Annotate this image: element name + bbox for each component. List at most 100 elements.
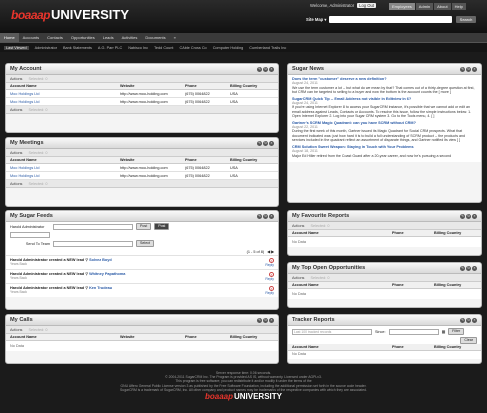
calendar-icon[interactable]: ▦ — [442, 329, 446, 334]
since-input[interactable] — [388, 328, 439, 335]
refresh-icon[interactable]: ↻ — [263, 140, 268, 146]
last-viewed-item[interactable]: Administrator — [35, 46, 57, 50]
col-header[interactable]: Account Name — [10, 158, 120, 162]
col-header[interactable]: Billing Country — [434, 345, 477, 349]
col-header[interactable]: Phone — [185, 335, 230, 339]
col-header[interactable]: Phone — [392, 231, 434, 235]
feed-type-select[interactable] — [10, 232, 50, 238]
clear-button[interactable]: Clear — [460, 337, 477, 344]
close-icon[interactable]: × — [269, 213, 274, 219]
account-link[interactable]: Moo Holdings Ltd — [10, 100, 120, 104]
tab-contacts[interactable]: Contacts — [43, 33, 67, 42]
reply-link[interactable]: Reply — [265, 277, 274, 281]
col-header[interactable]: Billing Country — [434, 231, 477, 235]
account-link[interactable]: Moo Holdings Ltd — [10, 174, 120, 178]
actions-menu[interactable]: Actions — [292, 224, 304, 228]
feed-target-link[interactable]: Solvez Boyd — [89, 258, 112, 262]
top-link-help[interactable]: Help — [451, 3, 466, 10]
tab-activities[interactable]: Activities — [118, 33, 142, 42]
send-to-input[interactable] — [53, 240, 133, 247]
last-viewed-item[interactable]: Tedd Count — [154, 46, 173, 50]
account-link[interactable]: Moo Holdings Ltd — [10, 92, 120, 96]
top-link-employees[interactable]: Employees — [389, 3, 415, 10]
refresh-icon[interactable]: ↻ — [263, 213, 268, 219]
select-button[interactable]: Select — [136, 240, 154, 247]
col-header[interactable]: Website — [120, 335, 185, 339]
sitemap-link[interactable]: Site Map ▾ — [306, 17, 326, 22]
edit-icon[interactable]: ✎ — [460, 213, 465, 219]
edit-icon[interactable]: ✎ — [257, 140, 262, 146]
close-icon[interactable]: × — [269, 317, 274, 323]
tab-more[interactable]: » — [170, 33, 180, 42]
col-header[interactable]: Account Name — [10, 84, 120, 88]
tab-accounts[interactable]: Accounts — [19, 33, 43, 42]
country-cell: USA — [230, 165, 238, 170]
last-viewed-item[interactable]: Bank Statements — [63, 46, 92, 50]
actions-menu[interactable]: Actions — [10, 151, 22, 155]
col-header[interactable]: Account Name — [292, 283, 392, 287]
actions-menu[interactable]: Actions — [10, 77, 22, 81]
col-header[interactable]: Billing Country — [230, 84, 274, 88]
last-viewed-item[interactable]: Computer Holding — [213, 46, 244, 50]
close-icon[interactable]: × — [472, 213, 477, 219]
refresh-icon[interactable]: ↻ — [466, 66, 471, 72]
post-button[interactable]: Post — [154, 223, 170, 230]
pager-icon[interactable]: ◀ ▶ — [267, 249, 274, 254]
search-input[interactable] — [329, 16, 452, 23]
account-link[interactable]: Moo Holdings Ltd — [10, 166, 120, 170]
tab-home[interactable]: Home — [0, 33, 19, 42]
post-button[interactable]: Post — [136, 223, 152, 230]
col-header[interactable]: Website — [120, 84, 185, 88]
close-icon[interactable]: × — [472, 66, 477, 72]
edit-icon[interactable]: ✎ — [460, 66, 465, 72]
last-viewed-item[interactable]: Nabisco Inc — [128, 46, 148, 50]
col-header[interactable]: Phone — [392, 345, 434, 349]
col-header[interactable]: Website — [120, 158, 185, 162]
col-header[interactable]: Phone — [185, 158, 230, 162]
last-viewed-item[interactable]: A.G. Parr PLC — [98, 46, 122, 50]
col-header[interactable]: Billing Country — [230, 335, 274, 339]
tab-documents[interactable]: Documents — [141, 33, 169, 42]
col-header[interactable]: Billing Country — [434, 283, 477, 287]
col-header[interactable]: Phone — [392, 283, 434, 287]
feed-target-link[interactable]: Whitney Papathoma — [89, 272, 125, 276]
col-header[interactable]: Account Name — [292, 231, 392, 235]
top-link-about[interactable]: About — [434, 3, 451, 10]
col-header[interactable]: Account Name — [292, 345, 392, 349]
top-link-admin[interactable]: Admin — [415, 3, 434, 10]
actions-menu[interactable]: Actions — [10, 328, 22, 332]
search-button[interactable]: Search — [456, 16, 476, 23]
reply-link[interactable]: Reply — [265, 263, 274, 267]
close-icon[interactable]: × — [269, 66, 274, 72]
tab-opportunities[interactable]: Opportunities — [67, 33, 99, 42]
last-viewed-item[interactable]: CAble Cross Co — [179, 46, 206, 50]
close-icon[interactable]: × — [472, 265, 477, 271]
edit-icon[interactable]: ✎ — [460, 265, 465, 271]
last-viewed-item[interactable]: Cumberland Trails Inc — [249, 46, 286, 50]
reply-link[interactable]: Reply — [265, 291, 274, 295]
logout-link[interactable]: Log Out — [357, 3, 377, 8]
edit-icon[interactable]: ✎ — [257, 213, 262, 219]
brand-logo[interactable]: boaaap UNIVERSITY — [11, 6, 129, 23]
close-icon[interactable]: × — [472, 317, 477, 323]
feed-text-input[interactable] — [53, 223, 133, 230]
edit-icon[interactable]: ✎ — [257, 66, 262, 72]
col-header[interactable]: Billing Country — [230, 158, 274, 162]
refresh-icon[interactable]: ↻ — [466, 265, 471, 271]
actions-menu[interactable]: Actions — [292, 276, 304, 280]
col-header[interactable]: Account Name — [10, 335, 120, 339]
edit-icon[interactable]: ✎ — [460, 317, 465, 323]
refresh-icon[interactable]: ↻ — [263, 66, 268, 72]
feed-target-link[interactable]: Ken Trudeau — [89, 286, 112, 290]
tracker-select[interactable]: Last 100 tracked records — [292, 328, 372, 335]
filter-button[interactable]: Filter — [448, 328, 465, 335]
actions-menu[interactable]: Actions — [10, 182, 22, 186]
refresh-icon[interactable]: ↻ — [263, 317, 268, 323]
edit-icon[interactable]: ✎ — [257, 317, 262, 323]
tab-leads[interactable]: Leads — [99, 33, 118, 42]
refresh-icon[interactable]: ↻ — [466, 317, 471, 323]
close-icon[interactable]: × — [269, 140, 274, 146]
col-header[interactable]: Phone — [185, 84, 230, 88]
refresh-icon[interactable]: ↻ — [466, 213, 471, 219]
actions-menu[interactable]: Actions — [10, 108, 22, 112]
